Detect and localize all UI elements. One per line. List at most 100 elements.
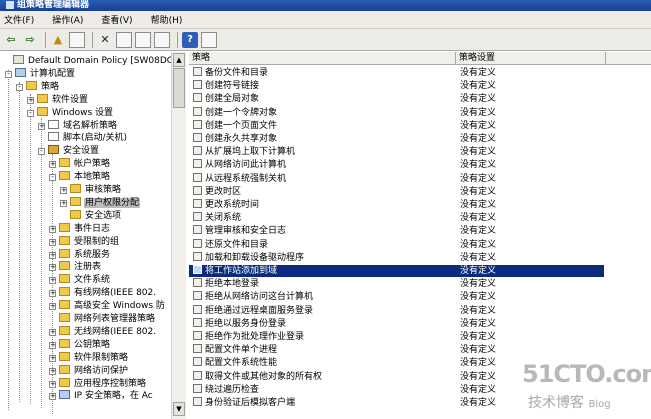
tree-item[interactable]: 策略: [26, 80, 60, 93]
table-row[interactable]: 更改系统时间 没有定义: [189, 199, 604, 211]
table-row[interactable]: 拒绝通过远程桌面服务登录 没有定义: [189, 304, 604, 317]
collapse-toggle[interactable]: -: [49, 174, 56, 182]
expand-toggle[interactable]: +: [49, 251, 56, 259]
table-row[interactable]: 管理审核和安全日志 没有定义: [189, 225, 604, 237]
tree-item[interactable]: 有线网络(IEEE 802.: [59, 287, 157, 299]
menu-item[interactable]: 帮助(H): [151, 13, 183, 26]
table-row[interactable]: 备份文件和目录 没有定义: [189, 67, 604, 79]
tree-item[interactable]: 审核策略: [70, 184, 122, 196]
back-button[interactable]: ⇦: [3, 32, 19, 48]
table-row[interactable]: 创建符号链接 没有定义: [189, 80, 604, 92]
policy-name-cell: 备份文件和目录: [193, 67, 268, 79]
tree-item[interactable]: 受限制的组: [59, 235, 120, 248]
help-button[interactable]: ?: [182, 31, 198, 48]
collapse-toggle[interactable]: -: [16, 83, 23, 91]
properties-button[interactable]: [116, 31, 132, 48]
expand-toggle[interactable]: +: [49, 341, 56, 349]
tree-item-label: 域名解析策略: [63, 120, 118, 131]
tree-item[interactable]: 公钥策略: [59, 338, 111, 351]
table-row[interactable]: 拒绝从网络访问这台计算机 没有定义: [189, 291, 604, 303]
expand-toggle[interactable]: +: [49, 264, 56, 272]
scroll-up-button[interactable]: ▲: [173, 53, 185, 67]
column-header-setting[interactable]: 策略设置: [456, 52, 606, 65]
tree-item[interactable]: Windows 设置: [37, 106, 114, 119]
expand-toggle[interactable]: +: [49, 238, 56, 246]
table-row[interactable]: 拒绝作为批处理作业登录 没有定义: [189, 331, 604, 343]
scroll-thumb[interactable]: [173, 68, 185, 108]
table-row[interactable]: 从扩展坞上取下计算机 没有定义: [189, 146, 604, 158]
tree-item[interactable]: 应用程序控制策略: [59, 377, 147, 390]
tree-item[interactable]: 域名解析策略: [48, 119, 118, 132]
tree-item[interactable]: 网络访问保护: [59, 364, 129, 377]
policy-name: 加载和卸载设备驱动程序: [205, 252, 305, 263]
tree-item[interactable]: 帐户策略: [59, 158, 111, 170]
table-row[interactable]: 还原文件和目录 没有定义: [189, 238, 604, 251]
collapse-toggle[interactable]: -: [38, 148, 45, 156]
delete-button[interactable]: ✕: [97, 32, 113, 48]
menu-item[interactable]: 文件(F): [4, 13, 34, 26]
table-row[interactable]: 关闭系统 没有定义: [189, 212, 604, 224]
tree-item[interactable]: 文件系统: [59, 274, 111, 286]
menu-item[interactable]: 操作(A): [52, 13, 83, 26]
expand-toggle[interactable]: +: [49, 328, 56, 336]
tree-item[interactable]: 脚本(启动/关机): [48, 132, 128, 144]
tree-item[interactable]: Default Domain Policy [SW08DC.CONT: [13, 55, 185, 67]
policy-setting-cell: 没有定义: [460, 160, 497, 171]
tree-item[interactable]: 高级安全 Windows 防: [59, 300, 166, 312]
policy-name: 创建一个令牌对象: [205, 107, 278, 118]
tree-item[interactable]: 软件设置: [37, 93, 89, 106]
policy-name-cell: 关闭系统: [193, 212, 241, 224]
scroll-down-button[interactable]: ▼: [173, 402, 185, 416]
tree-item[interactable]: 网络列表管理器策略: [59, 313, 156, 325]
expand-toggle[interactable]: +: [49, 225, 56, 233]
expand-toggle[interactable]: +: [38, 122, 45, 130]
tree-pane[interactable]: Default Domain Policy [SW08DC.CONT - 计算机配置…: [0, 52, 186, 419]
tree-item[interactable]: IP 安全策略，在 Ac: [59, 390, 154, 402]
table-row[interactable]: 加载和卸载设备驱动程序 没有定义: [189, 251, 604, 264]
menu-item[interactable]: 查看(V): [101, 13, 132, 26]
expand-toggle[interactable]: +: [49, 367, 56, 375]
expand-toggle[interactable]: +: [60, 199, 67, 207]
tree-item[interactable]: 本地策略: [59, 171, 111, 183]
tree-item[interactable]: 计算机配置: [15, 67, 76, 80]
tree-scrollbar[interactable]: ▲ ▼: [171, 52, 186, 419]
policy-name: 管理审核和安全日志: [205, 226, 287, 237]
expand-toggle[interactable]: +: [49, 354, 56, 362]
up-folder-button[interactable]: ▲: [50, 32, 66, 48]
tree-item[interactable]: 安全选项: [70, 209, 122, 222]
expand-toggle[interactable]: +: [49, 161, 56, 169]
table-row[interactable]: 将工作站添加到域 没有定义: [189, 265, 604, 277]
table-row[interactable]: 创建一个令牌对象 没有定义: [189, 106, 604, 119]
tree-item[interactable]: 无线网络(IEEE 802.: [59, 325, 157, 338]
expand-toggle[interactable]: +: [49, 290, 56, 298]
tree-item[interactable]: 注册表: [59, 261, 102, 273]
forward-button[interactable]: ⇨: [22, 32, 38, 48]
table-row[interactable]: 创建一个页面文件 没有定义: [189, 119, 604, 132]
expand-toggle[interactable]: +: [49, 393, 56, 401]
refresh-button[interactable]: [135, 31, 151, 48]
expand-toggle[interactable]: +: [49, 303, 56, 311]
tree-item[interactable]: 安全设置: [48, 145, 100, 157]
tree-item[interactable]: 用户权限分配: [70, 196, 141, 209]
table-row[interactable]: 配置文件单个进程 没有定义: [189, 344, 604, 356]
table-row[interactable]: 拒绝以服务身份登录 没有定义: [189, 317, 604, 330]
collapse-toggle[interactable]: -: [27, 109, 34, 117]
export-button[interactable]: [154, 31, 170, 48]
table-row[interactable]: 创建永久共享对象 没有定义: [189, 133, 604, 145]
table-row[interactable]: 更改时区 没有定义: [189, 185, 604, 198]
expand-toggle[interactable]: +: [49, 277, 56, 285]
expand-toggle[interactable]: +: [27, 96, 34, 104]
collapse-toggle[interactable]: -: [5, 70, 12, 78]
expand-toggle[interactable]: +: [49, 380, 56, 388]
expand-toggle[interactable]: +: [60, 187, 67, 194]
tree-item[interactable]: 软件限制策略: [59, 351, 129, 364]
tree-item[interactable]: 系统服务: [59, 248, 111, 261]
table-row[interactable]: 从远程系统强制关机 没有定义: [189, 172, 604, 185]
table-row[interactable]: 拒绝本地登录 没有定义: [189, 278, 604, 290]
table-row[interactable]: 从网络访问此计算机 没有定义: [189, 159, 604, 171]
column-header-policy[interactable]: 策略: [189, 52, 456, 65]
show-tree-button[interactable]: [69, 31, 85, 48]
table-row[interactable]: 创建全局对象 没有定义: [189, 93, 604, 105]
tree-item[interactable]: 事件日志: [59, 222, 111, 235]
view-button[interactable]: [201, 31, 217, 48]
